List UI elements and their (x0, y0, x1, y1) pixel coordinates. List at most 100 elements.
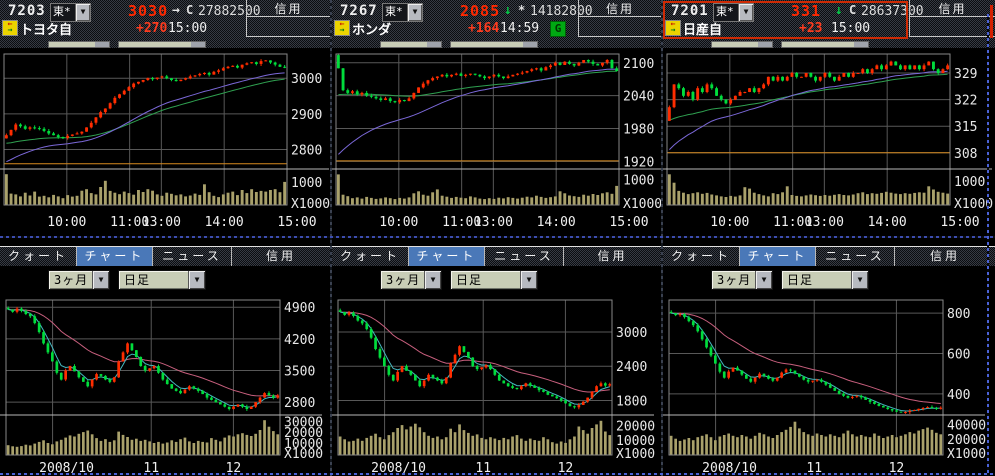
svg-text:1000: 1000 (954, 175, 985, 190)
intraday-chart-7201: 3293223153081000X100010:0011:0013:0014:0… (663, 48, 995, 238)
chevron-down-icon[interactable]: ▼ (92, 271, 109, 289)
svg-text:1800: 1800 (616, 394, 647, 409)
chevron-down-icon[interactable]: ▼ (851, 271, 868, 289)
tab-quote[interactable]: クォート (332, 247, 409, 266)
period-select[interactable]: 3ヶ月 ▼ (48, 270, 110, 290)
interval-select[interactable]: 日足 ▼ (781, 270, 869, 290)
tab-margin[interactable]: 信用 (564, 247, 661, 266)
svg-text:15:00: 15:00 (277, 215, 316, 230)
svg-text:X1000: X1000 (284, 447, 323, 462)
tab-margin[interactable]: 信用 (232, 247, 330, 266)
tab-quote[interactable]: クォート (663, 247, 740, 266)
chevron-down-icon[interactable]: ▼ (738, 4, 753, 21)
stock-code: 7203 (8, 3, 46, 19)
link-group-icon[interactable]: ←→ (334, 20, 350, 36)
period-select[interactable]: 3ヶ月 ▼ (711, 270, 773, 290)
hidden-combo-strip[interactable] (450, 41, 538, 48)
hidden-combo-strip[interactable] (118, 41, 206, 48)
svg-text:13:00: 13:00 (805, 215, 844, 230)
svg-text:10:00: 10:00 (710, 215, 749, 230)
chart-controls: 3ヶ月 ▼ 日足 ▼ (663, 266, 995, 294)
intraday-chart-7203: 3000290028001000X100010:0011:0013:0014:0… (0, 48, 330, 238)
daily-chart-7201: 8006004004000020000X10002008/101112 (663, 295, 995, 476)
daily-chart-svg: 8006004004000020000X10002008/101112 (663, 295, 994, 476)
svg-text:15:00: 15:00 (940, 215, 979, 230)
svg-text:329: 329 (954, 67, 977, 82)
period-select-value: 3ヶ月 (49, 271, 92, 289)
trade-time: 14:59 (500, 21, 539, 36)
chevron-down-icon[interactable]: ▼ (520, 271, 537, 289)
direction-arrow-icon: → (172, 3, 180, 18)
hidden-combo-strip[interactable] (48, 41, 110, 48)
daily-chart-7267: 3000240018002000010000X10002008/101112 (332, 295, 661, 476)
tab-chart[interactable]: チャート (409, 247, 485, 266)
svg-text:14:00: 14:00 (537, 215, 576, 230)
chevron-down-icon[interactable]: ▼ (188, 271, 205, 289)
interval-select-value: 日足 (782, 271, 851, 289)
last-price: 331 (791, 2, 821, 20)
direction-arrow-icon: ↓ (835, 3, 843, 18)
chevron-down-icon[interactable]: ▼ (424, 271, 441, 289)
view-tabbar: クォート チャート ニュース 信用 (332, 246, 661, 266)
svg-text:14:00: 14:00 (868, 215, 907, 230)
svg-text:1000: 1000 (291, 176, 322, 191)
tab-chart[interactable]: チャート (740, 247, 816, 266)
interval-select[interactable]: 日足 ▼ (450, 270, 538, 290)
tab-margin[interactable]: 信用 (895, 247, 995, 266)
chevron-down-icon[interactable]: ▼ (755, 271, 772, 289)
session-flag: C (849, 3, 856, 17)
link-group-icon[interactable]: ←→ (2, 20, 18, 36)
chevron-down-icon[interactable]: ▼ (407, 4, 422, 21)
intraday-chart-7267: 21002040198019201000X100010:0011:0013:00… (332, 48, 661, 238)
hidden-combo-strip[interactable] (380, 41, 442, 48)
svg-text:X1000: X1000 (616, 447, 655, 462)
tab-chart[interactable]: チャート (77, 247, 153, 266)
svg-text:2900: 2900 (291, 108, 322, 123)
margin-tab-label: 信用 (910, 0, 995, 17)
link-group-icon[interactable]: ←→ (665, 20, 681, 36)
panel-divider (330, 0, 332, 476)
svg-text:15:00: 15:00 (609, 215, 648, 230)
svg-text:308: 308 (954, 147, 977, 162)
stock-name-line: ←→ トヨタ自 (2, 20, 72, 36)
view-tabbar: クォート チャート ニュース 信用 (0, 246, 330, 266)
margin-tab-top[interactable]: 信用 (246, 0, 330, 37)
svg-text:14:00: 14:00 (205, 215, 244, 230)
tab-news[interactable]: ニュース (153, 247, 232, 266)
g-badge: G (550, 21, 566, 37)
price-change: +270 (136, 21, 167, 36)
panel-divider (661, 0, 663, 476)
chevron-down-icon[interactable]: ▼ (75, 4, 90, 21)
svg-text:2100: 2100 (623, 57, 654, 72)
session-flag: C (186, 3, 193, 17)
stock-name-line: ←→ ホンダ (334, 20, 391, 36)
stock-name: ホンダ (352, 19, 391, 38)
margin-tab-top[interactable]: 信用 (909, 0, 995, 37)
stock-panel-7203: 7203 東* ▼ 3030 → C 27882500 ←→ トヨタ自 +270… (0, 0, 330, 476)
period-select[interactable]: 3ヶ月 ▼ (380, 270, 442, 290)
stock-name: 日産自 (683, 19, 722, 38)
hidden-combo-strip[interactable] (781, 41, 869, 48)
hidden-combo-strip[interactable] (711, 41, 773, 48)
margin-tab-top[interactable]: 信用 (578, 0, 661, 37)
window-edge-right (987, 14, 989, 476)
interval-select[interactable]: 日足 ▼ (118, 270, 206, 290)
section-divider (0, 236, 995, 238)
svg-text:1000: 1000 (623, 174, 654, 189)
tab-news[interactable]: ニュース (816, 247, 895, 266)
stock-code: 7267 (340, 3, 378, 19)
svg-text:2800: 2800 (291, 143, 322, 158)
svg-text:2400: 2400 (616, 360, 647, 375)
svg-text:3000: 3000 (616, 326, 647, 341)
quote-header: 7201 東* ▼ 331 ↓ C 28637300 ←→ 日産自 +23 15… (663, 0, 995, 48)
view-tabbar: クォート チャート ニュース 信用 (663, 246, 995, 266)
active-window-edge-marker (990, 5, 993, 38)
tab-news[interactable]: ニュース (485, 247, 564, 266)
direction-arrow-icon: ↓ (504, 3, 512, 18)
stock-panel-7267: 7267 東* ▼ 2085 ↓ * 14182800 ←→ ホンダ +164 … (332, 0, 661, 476)
daily-chart-svg: 3000240018002000010000X10002008/101112 (332, 295, 663, 476)
svg-text:13:00: 13:00 (142, 215, 181, 230)
price-change: +23 (799, 21, 822, 36)
tab-quote[interactable]: クォート (0, 247, 77, 266)
stock-name-line: ←→ 日産自 (665, 20, 722, 36)
